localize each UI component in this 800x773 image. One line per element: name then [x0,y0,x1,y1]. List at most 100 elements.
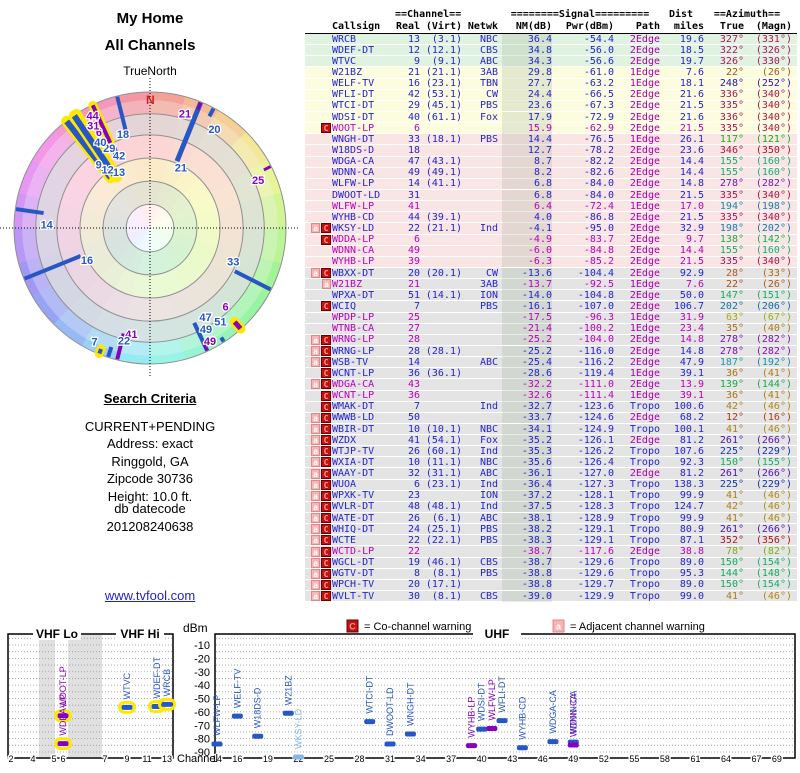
signal-bar-wfli-dt [497,718,508,723]
adjacent-channel-warning-icon: a [311,513,320,523]
cell-azimuth-magnetic: (340°) [744,112,792,123]
cell-network: CBS [462,45,502,56]
warning-markers: aC [305,446,331,456]
cell-power-dbm: -85.2 [552,256,614,267]
cell-azimuth-true: 335° [704,212,744,223]
cell-distance: 80.9 [660,524,704,535]
signal-bar-label: WNGH-DT [405,682,415,726]
co-channel-warning-icon: C [321,591,331,601]
signal-bar-label: WLFW-LP [487,679,497,720]
cell-azimuth-true: 326° [704,56,744,67]
cell-azimuth-true: 150° [704,557,744,568]
channel-tick-label: 69 [772,754,782,764]
cell-power-dbm: -126.1 [552,435,614,446]
cell-callsign: WFLI-DT [331,89,396,100]
signal-bar-label: WTVC [122,672,132,699]
cell-azimuth-true: 278° [704,178,744,189]
cell-callsign: WPCH-TV [331,579,396,590]
cell-virtual-channel: (8.1) [420,591,462,602]
cell-distance: 138.3 [660,479,704,490]
signal-bar-label: WDGA-CA [548,690,558,734]
signal-bar-label: WELF-TV [232,669,242,709]
cell-azimuth-magnetic: (202°) [744,223,792,234]
cell-real-channel: 22 [396,535,420,546]
cell-azimuth-true: 248° [704,78,744,89]
cell-distance: 50.0 [660,290,704,301]
cell-nm-db: 6.8 [502,190,552,201]
channel-spoke-label: 7 [91,337,97,349]
table-row-wtvc: WTVC9(9.1)ABC34.3-56.62Edge19.7326°(330°… [305,56,797,67]
cell-network: ABC [462,357,502,368]
cell-azimuth-true: 225° [704,446,744,457]
cell-real-channel: 50 [396,412,420,423]
cell-real-channel: 49 [396,167,420,178]
cell-power-dbm: -62.9 [552,123,614,134]
signal-bar-wngh-dt [405,731,416,736]
cell-real-channel: 51 [396,290,420,301]
cell-real-channel: 23 [396,490,420,501]
cell-azimuth-magnetic: (33°) [744,268,792,279]
cell-distance: 21.6 [660,112,704,123]
table-group-header: ==Channel==========Signal=========Dist==… [305,10,797,21]
cell-power-dbm: -104.8 [552,290,614,301]
dbm-tick-label: -10 [194,640,210,652]
table-row-wpch-tv: aCWPCH-TV20(17.1)-38.8-129.7Tropo89.0150… [305,580,797,591]
cell-distance: 39.1 [660,368,704,379]
cell-callsign: WDEF-DT [331,45,396,56]
cell-network: ABC [462,468,502,479]
co-channel-warning-icon: C [321,569,331,579]
cell-path: 1Edge [614,279,660,290]
cell-distance: 9.7 [660,234,704,245]
signal-bar-wtvc [122,705,133,710]
cell-azimuth-magnetic: (229°) [744,479,792,490]
adjacent-channel-warning-icon: a [311,558,320,568]
cell-distance: 21.5 [660,190,704,201]
cell-callsign: WWWB-LD [331,412,396,423]
co-channel-warning-icon: C [321,123,331,133]
cell-distance: 21.5 [660,256,704,267]
cell-azimuth-true: 336° [704,89,744,100]
table-row-wdsi-dt: WDSI-DT40(61.1)Fox17.9-72.92Edge21.6336°… [305,112,797,123]
signal-bar-label: WFLI-DT [497,676,507,713]
cell-real-channel: 20 [396,268,420,279]
cell-real-channel: 40 [396,112,420,123]
cell-nm-db: 23.6 [502,100,552,111]
cell-callsign: WXIA-DT [331,457,396,468]
column-header-virt: (Virt) [420,21,462,33]
signal-bar-label: WYHB-LP [467,697,477,738]
warning-markers: a [305,279,331,289]
cell-power-dbm: -129.1 [552,535,614,546]
cell-callsign: WCTD-LP [331,546,396,557]
cell-azimuth-true: 335° [704,256,744,267]
table-row-wzdx: aCWZDX41(54.1)Fox-35.2-126.12Edge81.2261… [305,435,797,446]
cell-path: 1Edge [614,323,660,334]
cell-callsign: WVLR-DT [331,501,396,512]
cell-callsign: WTJP-TV [331,446,396,457]
cell-path: 2Edge [614,334,660,345]
table-row-w21bz: W21BZ21(21.1)3AB29.8-61.01Edge7.622°(26°… [305,67,797,78]
cell-network: Ind [462,479,502,490]
cell-path: Tropo [614,513,660,524]
cell-nm-db: 6.4 [502,201,552,212]
cell-power-dbm: -116.2 [552,357,614,368]
signal-bar-label: WLFW-LP [212,695,222,736]
cell-real-channel: 7 [396,401,420,412]
channel-spoke-label: 12 [102,165,114,177]
cell-virtual-channel: (6.1) [420,513,462,524]
warning-markers: aC [305,491,331,501]
channel-spoke-label: 14 [41,219,54,231]
cell-real-channel: 10 [396,457,420,468]
cell-network: ABC [462,513,502,524]
cell-nm-db: -17.5 [502,312,552,323]
channel-spoke-label: 47 [199,312,211,324]
table-row-wdda-lp: CWDDA-LP6-4.9-83.72Edge9.7138°(142°) [305,235,797,246]
group-header-cell: ==Azimuth== [703,10,791,21]
tvfool-link[interactable]: www.tvfool.com [105,588,195,603]
co-channel-warning-icon: C [321,491,331,501]
table-row-dwoot-ld: DWOOT-LD316.8-84.02Edge21.5335°(340°) [305,190,797,201]
cell-power-dbm: -84.8 [552,245,614,256]
cell-path: 1Edge [614,201,660,212]
cell-power-dbm: -72.9 [552,112,614,123]
cell-power-dbm: -117.6 [552,546,614,557]
table-column-header: CallsignReal(Virt)NetwkNM(dB)Pwr(dBm)Pat… [305,21,797,34]
